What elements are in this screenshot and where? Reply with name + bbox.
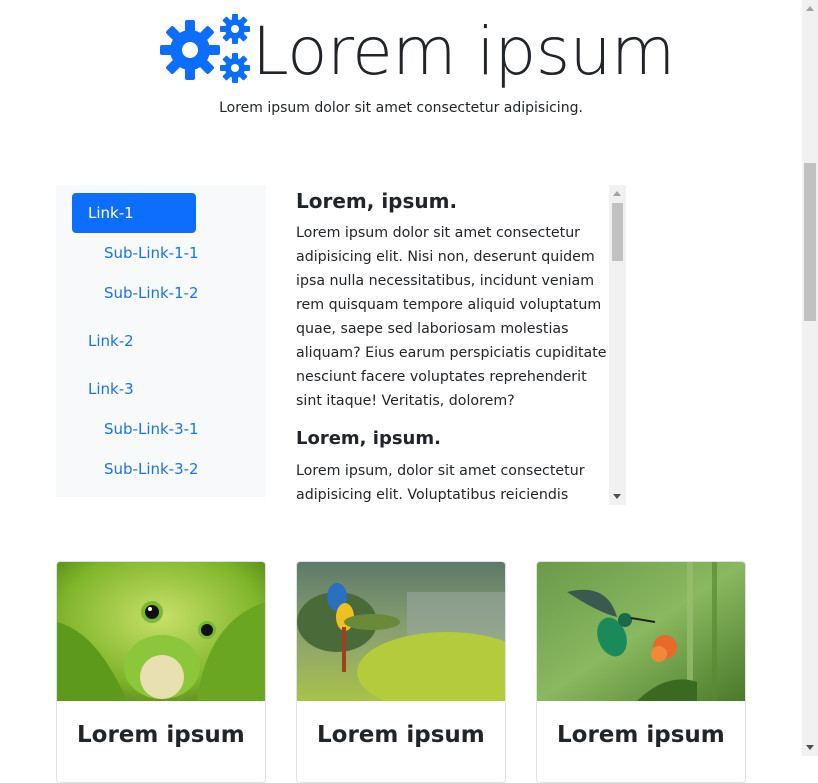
content-scrollbar[interactable] bbox=[609, 185, 626, 505]
scroll-up-icon[interactable] bbox=[613, 191, 621, 196]
hummingbird-image bbox=[537, 562, 745, 701]
nav-sub-link-3-1[interactable]: Sub-Link-3-1 bbox=[104, 409, 199, 449]
frog-image bbox=[57, 562, 265, 701]
page-title: Lorem ipsum bbox=[252, 13, 675, 90]
card-title: Lorem ipsum bbox=[77, 722, 245, 748]
nav-link-2[interactable]: Link-2 bbox=[72, 321, 196, 361]
scroll-up-icon[interactable] bbox=[806, 6, 814, 11]
page-scrollbar[interactable] bbox=[802, 0, 818, 756]
scrollbar-thumb[interactable] bbox=[804, 163, 816, 321]
section-heading: Lorem, ipsum. bbox=[296, 189, 458, 213]
nav-sub-link-3-2[interactable]: Sub-Link-3-2 bbox=[104, 449, 199, 489]
nav-link-3[interactable]: Link-3 bbox=[72, 369, 196, 409]
card-title: Lorem ipsum bbox=[557, 722, 725, 748]
card-hummingbird: Lorem ipsum bbox=[536, 561, 746, 783]
card-frog: Lorem ipsum bbox=[56, 561, 266, 783]
scroll-down-icon[interactable] bbox=[613, 494, 621, 499]
nav-sub-link-1-2[interactable]: Sub-Link-1-2 bbox=[104, 273, 199, 313]
scrollbar-thumb[interactable] bbox=[612, 203, 623, 261]
card-title: Lorem ipsum bbox=[317, 722, 485, 748]
macaw-image bbox=[297, 562, 505, 701]
page-header: Lorem ipsum Lorem ipsum dolor sit amet c… bbox=[0, 0, 802, 140]
card-macaw: Lorem ipsum bbox=[296, 561, 506, 783]
section-heading: Lorem, ipsum. bbox=[296, 428, 441, 449]
section-body: Lorem ipsum, dolor sit amet consectetur … bbox=[296, 463, 585, 503]
gears-icon bbox=[160, 14, 250, 83]
nav-sub-link-1-1[interactable]: Sub-Link-1-1 bbox=[104, 233, 199, 273]
nav-link-1[interactable]: Link-1 bbox=[72, 193, 196, 233]
page-subtitle: Lorem ipsum dolor sit amet consectetur a… bbox=[219, 100, 583, 116]
scroll-down-icon[interactable] bbox=[806, 745, 814, 750]
section-body: Lorem ipsum dolor sit amet consectetur a… bbox=[296, 225, 607, 409]
scrollspy-content[interactable]: Lorem, ipsum. Lorem ipsum dolor sit amet… bbox=[296, 185, 626, 505]
sidebar-nav: Link-1 Sub-Link-1-1 Sub-Link-1-2 Link-2 … bbox=[56, 185, 266, 497]
